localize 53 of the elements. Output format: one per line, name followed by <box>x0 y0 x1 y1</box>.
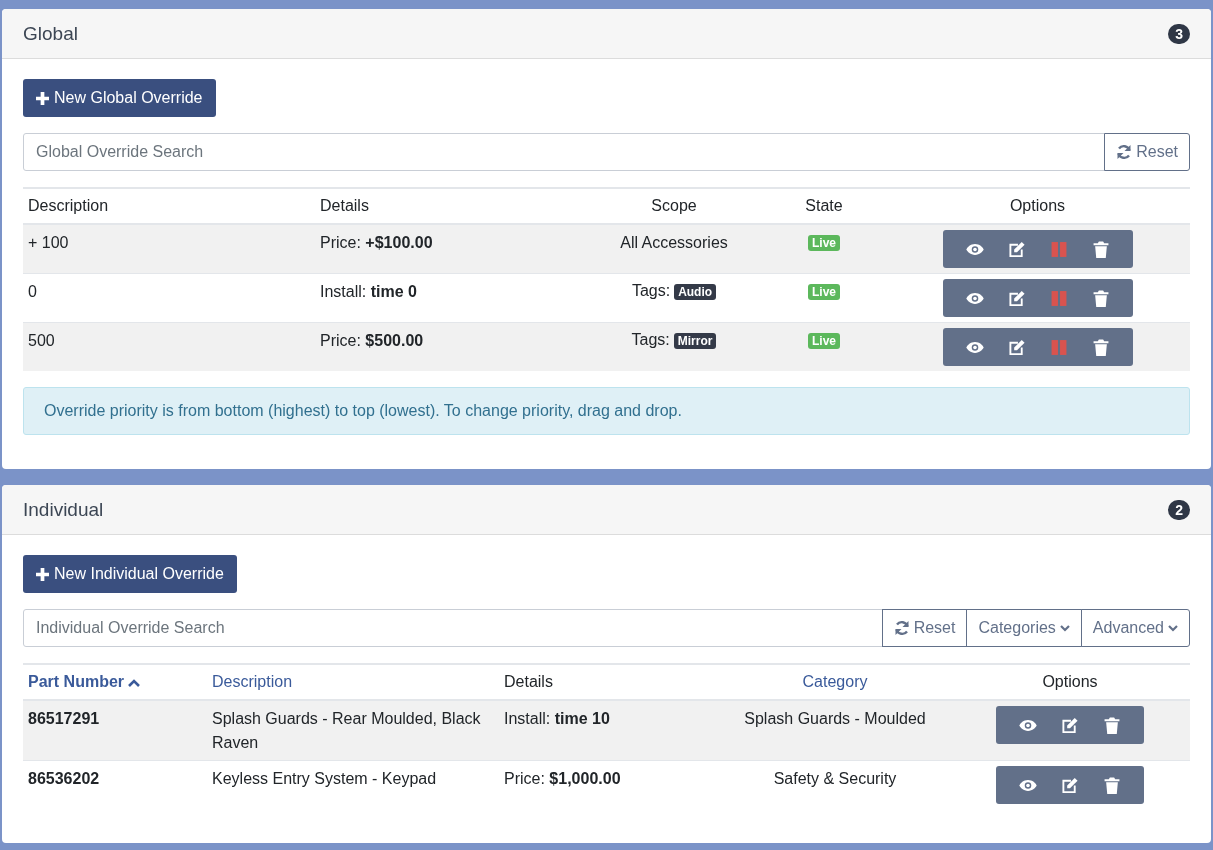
plus-icon <box>36 91 49 105</box>
table-cell: Price: $1,000.00 <box>499 760 720 809</box>
panel-title: Global <box>23 22 78 45</box>
table-cell: 86517291 <box>23 700 207 761</box>
trash-icon <box>1091 289 1110 307</box>
dropdown-button[interactable]: Advanced <box>1080 609 1190 647</box>
table-cell: Keyless Entry System - Keypad <box>207 760 499 809</box>
search-field[interactable]: Global Override Search <box>23 133 1106 171</box>
edit-icon <box>1061 716 1079 734</box>
edit-icon <box>1007 289 1026 307</box>
caret-icon <box>128 679 141 687</box>
dropdown-button[interactable]: Categories <box>966 609 1082 647</box>
table-cell: Install: time 10 <box>499 700 720 761</box>
edit-icon <box>1007 338 1026 356</box>
trash-icon <box>1103 716 1121 734</box>
table-cell: 500 <box>23 322 315 371</box>
table-cell: All Accessories <box>585 224 763 274</box>
status-badge: Live <box>808 333 840 349</box>
count-badge: 2 <box>1168 499 1190 520</box>
table-cell: Price: +$100.00 <box>315 224 585 274</box>
table-cell: + 100 <box>23 224 315 274</box>
trash-icon <box>1091 240 1110 258</box>
tag-badge: Audio <box>674 284 717 300</box>
status-badge: Live <box>808 284 840 300</box>
tags-label: Tags: <box>631 282 671 299</box>
tags-label: Tags: <box>631 331 670 348</box>
plus-icon <box>36 567 49 581</box>
pause-icon <box>1049 240 1068 258</box>
table-cell: Splash Guards - Moulded <box>720 700 950 761</box>
table-cell: 86536202 <box>23 760 207 809</box>
caret-icon <box>1168 624 1178 632</box>
tag-badge: Mirror <box>673 333 717 349</box>
refresh-icon <box>1116 144 1133 160</box>
new-override-button[interactable]: New Individual Override <box>23 555 237 593</box>
count-badge: 3 <box>1168 23 1190 44</box>
edit-icon <box>1061 776 1079 794</box>
info-alert: Override priority is from bottom (highest) to top (lowest). To change priority, drag and drop. <box>23 387 1190 435</box>
reset-button[interactable]: Reset <box>1104 133 1190 171</box>
table-cell: Price: $500.00 <box>315 322 585 371</box>
pause-icon <box>1049 338 1068 356</box>
trash-icon <box>1103 776 1121 794</box>
search-field[interactable]: Individual Override Search <box>23 609 883 647</box>
table-cell: Safety & Security <box>720 760 950 809</box>
refresh-icon <box>893 620 910 636</box>
trash-icon <box>1091 338 1110 356</box>
caret-icon <box>1059 624 1070 632</box>
status-badge: Live <box>808 235 840 251</box>
new-override-button[interactable]: New Global Override <box>23 79 216 117</box>
pause-icon <box>1049 289 1068 307</box>
edit-icon <box>1007 240 1026 258</box>
panel-title: Individual <box>23 498 104 521</box>
table-cell: Splash Guards - Rear Moulded, Black Raven <box>207 700 499 761</box>
reset-button[interactable]: Reset <box>881 609 968 647</box>
